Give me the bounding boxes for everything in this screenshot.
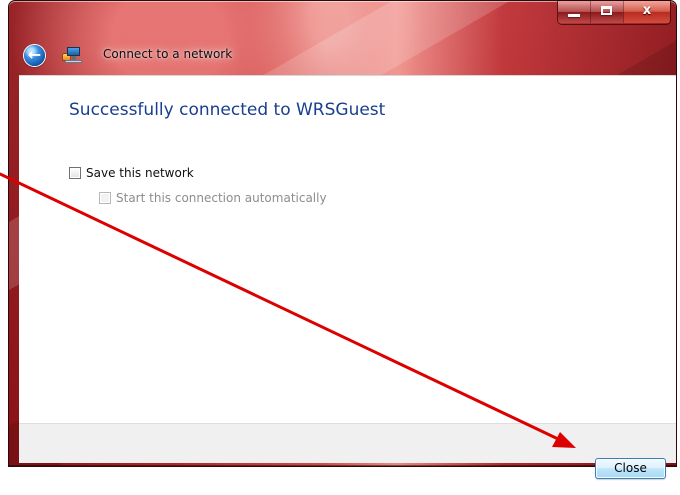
save-network-option[interactable]: Save this network <box>69 165 194 181</box>
window-titlebar: x ← Connect to a network <box>9 1 676 77</box>
close-icon: x <box>642 3 652 18</box>
start-automatically-label: Start this connection automatically <box>116 191 327 205</box>
network-base-icon-part <box>65 60 82 63</box>
minimize-button[interactable] <box>558 1 590 23</box>
start-automatically-option: Start this connection automatically <box>99 190 327 206</box>
window-title: Connect to a network <box>103 47 233 61</box>
window-close-button[interactable]: x <box>623 1 670 23</box>
back-arrow-icon: ← <box>27 45 42 64</box>
connection-success-heading: Successfully connected to WRSGuest <box>69 100 386 120</box>
wizard-content-panel: Successfully connected to WRSGuest Save … <box>19 75 676 423</box>
minimize-icon <box>568 14 580 17</box>
start-automatically-checkbox <box>99 192 111 204</box>
close-button[interactable]: Close <box>595 458 666 479</box>
maximize-button[interactable] <box>590 1 623 23</box>
back-button[interactable]: ← <box>24 45 45 66</box>
screenshot-page: x ← Connect to a network Successfully co… <box>0 0 680 495</box>
network-connection-icon <box>61 45 83 65</box>
save-network-checkbox[interactable] <box>69 167 81 179</box>
window-controls: x <box>558 1 670 24</box>
save-network-label: Save this network <box>86 166 194 180</box>
network-monitor-icon-part <box>67 47 80 56</box>
maximize-icon <box>601 6 612 15</box>
wizard-footer: Close <box>19 423 676 479</box>
connect-network-window: x ← Connect to a network Successfully co… <box>8 0 677 479</box>
